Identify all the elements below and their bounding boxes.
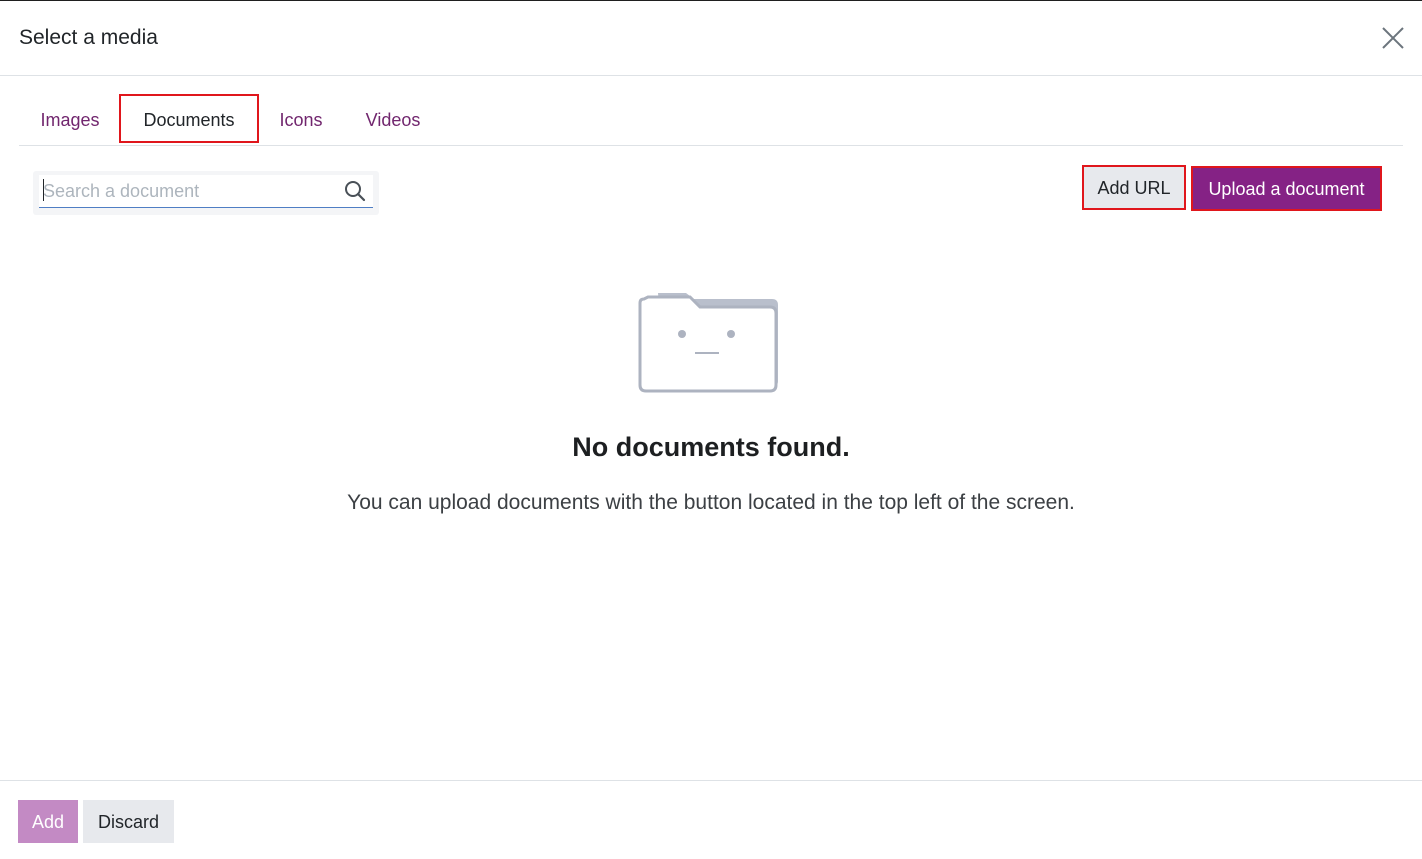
search-box <box>39 175 373 208</box>
media-dialog: Select a media Images Documents Icons Vi… <box>0 0 1422 859</box>
text-cursor <box>43 179 44 201</box>
close-button[interactable] <box>1378 23 1408 53</box>
close-icon <box>1382 27 1404 49</box>
add-button[interactable]: Add <box>18 800 78 843</box>
dialog-header: Select a media <box>0 1 1422 76</box>
upload-document-button[interactable]: Upload a document <box>1191 166 1382 211</box>
tab-images[interactable]: Images <box>19 94 121 143</box>
media-tabs: Images Documents Icons Videos <box>19 94 1403 146</box>
search-button[interactable] <box>344 180 366 202</box>
empty-folder-icon <box>636 287 782 395</box>
search-icon <box>345 181 366 202</box>
add-url-button[interactable]: Add URL <box>1082 165 1186 210</box>
tab-documents[interactable]: Documents <box>119 94 259 143</box>
discard-button[interactable]: Discard <box>83 800 174 843</box>
dialog-title: Select a media <box>19 26 158 49</box>
search-input[interactable] <box>41 177 333 205</box>
tab-videos[interactable]: Videos <box>349 94 437 143</box>
dialog-footer <box>0 780 1422 859</box>
empty-state-message: You can upload documents with the button… <box>347 491 1075 514</box>
tab-icons[interactable]: Icons <box>261 94 341 143</box>
empty-state-title: No documents found. <box>572 432 850 462</box>
search-container <box>33 171 379 215</box>
